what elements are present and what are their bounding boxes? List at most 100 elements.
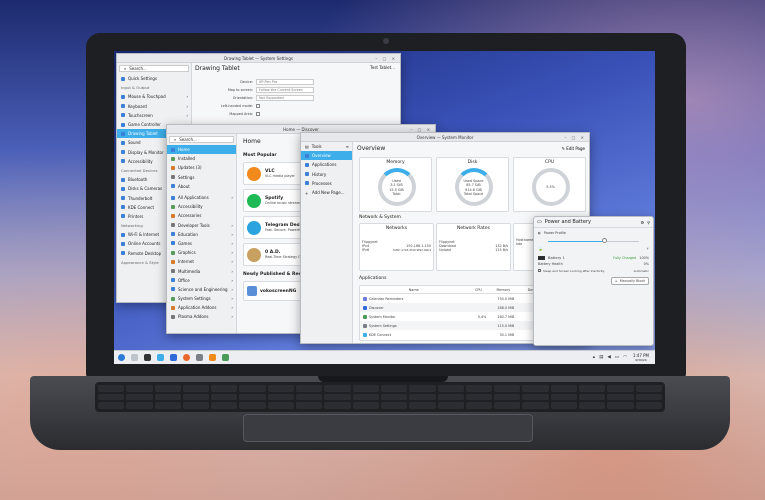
tray-arrow-icon[interactable]: ▴ — [593, 355, 595, 360]
table-column-header[interactable]: Name — [360, 288, 468, 292]
monitor-nav-item[interactable]: Overview — [301, 151, 352, 161]
key — [296, 385, 323, 392]
networks-card: Networks Flippynet IPv4 192.168.1.150 IPv… — [359, 223, 434, 271]
monitor-nav-item[interactable]: Processes — [301, 179, 352, 188]
network-tray-icon[interactable]: ◠ — [623, 355, 627, 360]
table-column-header[interactable]: Memory — [489, 288, 517, 292]
discover-nav-item[interactable]: Home — [167, 145, 236, 155]
table-column-header[interactable]: CPU — [468, 288, 490, 292]
discover-nav-item[interactable]: Office › — [167, 276, 236, 285]
key — [437, 393, 464, 401]
key — [635, 402, 662, 409]
cell-text: 188.0 MiB — [497, 305, 515, 310]
volume-icon[interactable]: ◀ — [607, 355, 610, 360]
clipboard-icon[interactable]: ▤ — [599, 355, 603, 360]
battery-icon: ▭ — [537, 219, 542, 225]
discover-nav-item[interactable]: Games › — [167, 239, 236, 248]
hamburger-icon[interactable]: ≡ — [346, 144, 352, 149]
form-checkbox[interactable] — [256, 104, 260, 108]
discover-nav-item[interactable]: Science and Engineering › — [167, 285, 236, 294]
discover-nav-item[interactable]: Graphics › — [167, 248, 236, 257]
nav-item-label: Office — [178, 277, 190, 283]
edit-page-button[interactable]: ✎ Edit Page — [562, 146, 585, 151]
sidebar-item-icon — [121, 251, 125, 256]
nav-item-icon — [171, 204, 175, 209]
firefox-icon[interactable] — [183, 354, 190, 361]
files-icon[interactable] — [157, 354, 164, 361]
manually-block-button[interactable]: ☕ Manually Block — [611, 277, 649, 285]
monitor-nav-item[interactable]: Applications — [301, 160, 352, 169]
discover-nav-item[interactable]: Plasma Addons › — [167, 312, 236, 321]
pin-icon[interactable]: ⚲ — [647, 220, 650, 225]
key — [267, 393, 295, 401]
form-row: Mapped Area: — [195, 110, 395, 118]
nav-item-label: Application Addons — [178, 305, 217, 311]
discover-nav-item[interactable]: Accessories — [167, 211, 236, 220]
discover-nav-item[interactable]: Application Addons › — [167, 303, 236, 312]
search-field[interactable]: ⌕ Search... — [169, 136, 234, 143]
app-icon — [363, 296, 367, 301]
monitor-nav-item[interactable]: History — [301, 170, 352, 179]
sidebar-item[interactable]: Keyboard › — [117, 102, 191, 111]
power-profile-slider[interactable] — [548, 238, 639, 244]
kde-launcher-icon[interactable] — [118, 354, 125, 361]
discover-nav-item[interactable]: Installed — [167, 154, 236, 163]
key — [324, 385, 351, 392]
form-label: Left-handed mode: — [220, 104, 253, 108]
titlebar[interactable]: Overview — System Monitor – ▢ × — [301, 133, 589, 142]
sidebar-item-quick-settings[interactable]: Quick Settings — [117, 74, 191, 83]
monitor-nav-item[interactable]: + Add New Page... — [301, 188, 352, 197]
test-tablet-button[interactable]: Test Tablet... — [370, 65, 395, 70]
discover-nav-item[interactable]: Internet › — [167, 257, 236, 266]
form-dropdown[interactable]: XP-Pen Pro — [256, 79, 314, 85]
table-cell: Calendar Reminders — [360, 296, 468, 301]
key — [579, 393, 606, 401]
key — [409, 385, 436, 392]
discover-nav-item[interactable]: Updates (3) — [167, 163, 236, 172]
key — [607, 393, 634, 401]
sidebar-item-label: Sound — [128, 140, 141, 146]
sidebar-item[interactable]: Mouse & Touchpad › — [117, 92, 191, 101]
discover-nav-item[interactable]: About — [167, 182, 236, 191]
key — [522, 385, 549, 392]
vlc-icon[interactable] — [209, 354, 216, 361]
discover-nav-item[interactable]: Settings — [167, 173, 236, 182]
sidebar-item-icon — [121, 205, 125, 210]
discover-nav-item[interactable]: Education › — [167, 230, 236, 239]
sidebar-item-label: Accessibility — [128, 158, 153, 164]
sidebar-item-label: Touchscreen — [128, 112, 153, 118]
form-dropdown[interactable]: Follow the Current Screen — [256, 87, 314, 93]
window-controls[interactable]: – ▢ × — [375, 56, 397, 61]
battery-tray-icon[interactable]: ▭ — [615, 355, 619, 360]
key — [182, 393, 210, 401]
discover-nav-item[interactable]: Accessibility — [167, 202, 236, 211]
settings-icon[interactable] — [196, 354, 203, 361]
discover-nav-item[interactable]: System Settings › — [167, 294, 236, 303]
search-field[interactable]: ⌕ Search... — [119, 65, 189, 72]
desktop-screen: Drawing Tablet — System Settings – ▢ × ⌕ S… — [114, 51, 655, 364]
discover-nav-item[interactable]: Multimedia › — [167, 266, 236, 275]
pager-icon[interactable] — [131, 354, 138, 361]
form-dropdown[interactable]: Not Supported — [256, 95, 314, 101]
key — [409, 402, 436, 409]
table-cell: 115.0 MiB — [489, 324, 517, 328]
sidebar-item[interactable]: Touchscreen › — [117, 111, 191, 120]
key — [607, 402, 634, 409]
battery-level-icon — [538, 256, 545, 260]
titlebar[interactable]: Drawing Tablet — System Settings – ▢ × — [117, 54, 400, 63]
system-monitor-icon[interactable] — [222, 354, 229, 361]
discover-icon[interactable] — [170, 354, 177, 361]
form-checkbox[interactable] — [256, 112, 260, 116]
lock-checkbox[interactable] — [538, 269, 541, 272]
nav-item-label: Overview — [312, 153, 331, 159]
discover-nav-item[interactable]: All Applications › — [167, 193, 236, 202]
configure-icon[interactable]: ⚙ — [640, 220, 644, 225]
nav-item-icon — [305, 162, 309, 167]
terminal-icon[interactable] — [144, 354, 151, 361]
tools-menu[interactable]: ▤ Tools ≡ — [301, 142, 352, 151]
power-battery-popup[interactable]: ▭ Power and Battery ⚙ ⚲ ◐ Power Profile 🍃… — [533, 216, 654, 346]
clock[interactable]: 1:47 PM 9/30/24 — [633, 353, 649, 363]
discover-nav-item[interactable]: Developer Tools › — [167, 221, 236, 230]
taskbar: ▴ ▤ ◀ ▭ ◠ 1:47 PM 9/30/24 — [114, 350, 655, 364]
window-controls[interactable]: – ▢ × — [564, 135, 586, 140]
